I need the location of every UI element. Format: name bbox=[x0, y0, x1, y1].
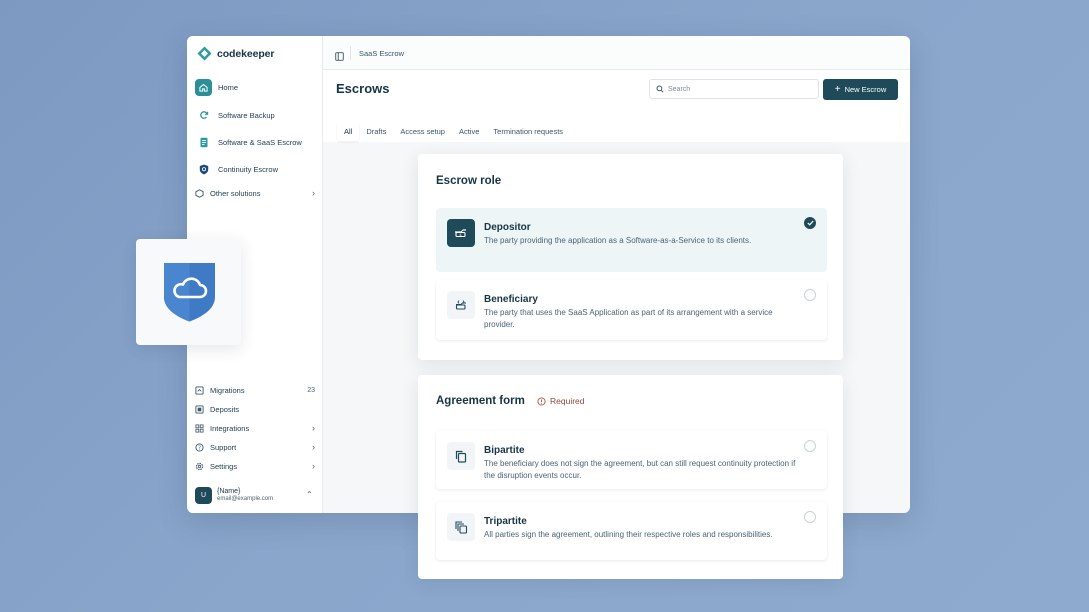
chevron-right-icon: › bbox=[312, 442, 315, 452]
svg-text:$: $ bbox=[459, 233, 461, 237]
sidebar-item-continuity-escrow[interactable]: Continuity Escrow bbox=[195, 160, 278, 178]
search-input[interactable]: Search bbox=[649, 79, 819, 99]
sidebar-item-deposits[interactable]: Deposits bbox=[195, 400, 315, 418]
filter-tabs: All Drafts Access setup Active Terminati… bbox=[337, 122, 570, 141]
sidebar-item-label: Migrations bbox=[210, 385, 245, 395]
role-option-depositor[interactable]: $ Depositor The party providing the appl… bbox=[436, 208, 827, 272]
sidebar-item-other-solutions[interactable]: Other solutions › bbox=[195, 184, 315, 202]
tab-all[interactable]: All bbox=[337, 122, 360, 141]
refresh-icon bbox=[195, 107, 212, 124]
home-icon bbox=[195, 78, 212, 96]
migrations-count: 23 bbox=[307, 386, 315, 394]
deposit-icon bbox=[195, 404, 204, 414]
sidebar-item-home[interactable]: Home bbox=[195, 78, 238, 96]
agreement-option-tripartite[interactable]: Tripartite All parties sign the agreemen… bbox=[436, 502, 827, 560]
shield-icon bbox=[195, 161, 212, 178]
sidebar-item-label: Software Backup bbox=[218, 110, 275, 120]
avatar: U bbox=[195, 487, 212, 504]
sidebar-item-label: Software & SaaS Escrow bbox=[218, 137, 302, 147]
user-name: {Name} bbox=[217, 488, 241, 495]
check-icon bbox=[806, 220, 814, 226]
option-title: Beneficiary bbox=[484, 294, 538, 305]
option-title: Bipartite bbox=[484, 445, 525, 456]
tab-access-setup[interactable]: Access setup bbox=[393, 122, 452, 141]
help-icon: ? bbox=[195, 442, 204, 452]
option-description: The party providing the application as a… bbox=[484, 236, 752, 245]
search-icon bbox=[656, 85, 664, 93]
cube-icon bbox=[195, 188, 204, 198]
document-icon bbox=[195, 134, 212, 151]
brand-logo[interactable]: codekeeper bbox=[197, 46, 274, 61]
option-title: Tripartite bbox=[484, 516, 527, 527]
sidebar-item-migrations[interactable]: Migrations 23 bbox=[195, 381, 315, 399]
page-title: Escrows bbox=[336, 81, 390, 96]
radio-unchecked[interactable] bbox=[804, 440, 816, 452]
agreement-option-bipartite[interactable]: Bipartite The beneficiary does not sign … bbox=[436, 431, 827, 489]
radio-unchecked[interactable] bbox=[804, 511, 816, 523]
svg-text:?: ? bbox=[198, 445, 201, 451]
sidebar-item-support[interactable]: ? Support › bbox=[195, 438, 315, 456]
sidebar-item-label: Home bbox=[218, 82, 239, 92]
user-email: email@example.com bbox=[217, 496, 274, 502]
agreement-form-card: Agreement form Required Bipartite The be… bbox=[418, 375, 843, 579]
breadcrumb[interactable]: SaaS Escrow bbox=[359, 49, 404, 58]
chevron-right-icon: › bbox=[312, 188, 315, 198]
codekeeper-logo-icon bbox=[197, 46, 212, 61]
option-title: Depositor bbox=[484, 222, 531, 233]
sidebar-item-settings[interactable]: Settings › bbox=[195, 457, 315, 475]
user-menu[interactable]: U {Name} email@example.com bbox=[195, 487, 273, 504]
divider bbox=[350, 46, 351, 60]
chevron-right-icon: › bbox=[312, 423, 315, 433]
required-badge: Required bbox=[537, 396, 585, 406]
depositor-icon: $ bbox=[447, 219, 475, 247]
radio-unchecked[interactable] bbox=[804, 289, 816, 301]
cloud-shield-card bbox=[136, 239, 241, 345]
option-description: The party that uses the SaaS Application… bbox=[484, 308, 773, 329]
tab-termination-requests[interactable]: Termination requests bbox=[486, 122, 570, 141]
role-option-beneficiary[interactable]: Beneficiary The party that uses the SaaS… bbox=[436, 280, 827, 340]
escrow-role-title: Escrow role bbox=[436, 175, 502, 187]
grid-icon bbox=[195, 423, 204, 433]
multi-copy-icon bbox=[447, 513, 475, 541]
warning-circle-icon bbox=[537, 396, 546, 406]
agreement-form-title: Agreement form bbox=[436, 395, 525, 407]
beneficiary-icon bbox=[447, 291, 475, 319]
sidebar-item-label: Integrations bbox=[210, 423, 250, 433]
radio-checked[interactable] bbox=[804, 217, 816, 229]
sidebar-item-label: Settings bbox=[210, 461, 238, 471]
migration-icon bbox=[195, 385, 204, 395]
sidebar-item-label: Support bbox=[210, 442, 237, 452]
gear-icon bbox=[195, 462, 204, 471]
search-placeholder: Search bbox=[668, 85, 691, 93]
tab-active[interactable]: Active bbox=[452, 122, 486, 141]
topbar: SaaS Escrow bbox=[323, 36, 910, 70]
sidebar-item-software-saas-escrow[interactable]: Software & SaaS Escrow bbox=[195, 133, 302, 151]
option-description: The beneficiary does not sign the agreem… bbox=[484, 459, 796, 480]
tab-drafts[interactable]: Drafts bbox=[359, 122, 393, 141]
required-label: Required bbox=[550, 396, 585, 406]
escrow-role-card: Escrow role $ Depositor The party provid… bbox=[418, 154, 843, 360]
new-escrow-button[interactable]: + New Escrow bbox=[823, 79, 898, 100]
option-description: All parties sign the agreement, outlinin… bbox=[484, 530, 773, 539]
sidebar-item-label: Deposits bbox=[210, 404, 240, 414]
copy-icon bbox=[447, 442, 475, 470]
new-escrow-label: New Escrow bbox=[844, 85, 887, 94]
cloud-shield-icon bbox=[164, 263, 215, 322]
sidebar-item-label: Continuity Escrow bbox=[218, 164, 279, 174]
plus-icon: + bbox=[834, 83, 841, 95]
sidebar-item-label: Other solutions bbox=[210, 188, 261, 198]
chevron-updown-icon[interactable]: ⌃ bbox=[306, 490, 313, 499]
chevron-right-icon: › bbox=[312, 461, 315, 471]
sidebar-toggle-icon[interactable] bbox=[335, 48, 344, 66]
sidebar-item-software-backup[interactable]: Software Backup bbox=[195, 106, 275, 124]
sidebar-item-integrations[interactable]: Integrations › bbox=[195, 419, 315, 437]
brand-name: codekeeper bbox=[217, 47, 275, 60]
